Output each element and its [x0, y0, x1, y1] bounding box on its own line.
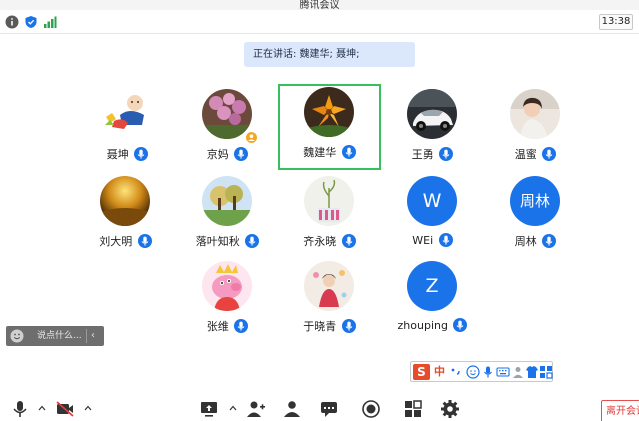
ime-toolbar[interactable]: S 中 [410, 361, 553, 382]
ime-mode-toggle[interactable]: 中 [434, 363, 445, 381]
chevron-up-icon[interactable] [229, 405, 237, 411]
participant-avatar [202, 261, 252, 311]
participant-avatar [100, 176, 150, 226]
participant-avatar [304, 261, 354, 311]
participant-tile[interactable]: 张维 [176, 258, 279, 344]
invite-icon[interactable] [246, 399, 266, 419]
participant-name: 京妈 [206, 148, 229, 161]
leave-meeting-button[interactable]: 离开会议 [601, 400, 639, 421]
speaking-banner: 正在讲话: 魏建华; 聂坤; [244, 42, 415, 67]
chat-placeholder[interactable]: 说点什么... [37, 326, 82, 346]
participant-name: 落叶知秋 [195, 235, 240, 248]
record-icon[interactable] [361, 399, 381, 419]
participant-name: 张维 [206, 320, 229, 333]
mic-icon[interactable] [438, 233, 453, 247]
participant-tile[interactable]: 于晓青 [278, 258, 381, 344]
mic-icon[interactable] [341, 319, 356, 333]
participant-tile[interactable]: 温蜜 [484, 86, 587, 172]
punctuation-icon[interactable] [449, 365, 463, 379]
settings-icon[interactable] [440, 399, 460, 419]
mic-icon[interactable] [341, 234, 356, 248]
participant-name: 周林 [514, 235, 537, 248]
participant-avatar [510, 89, 560, 139]
participant-tile[interactable]: 周林 周林 [484, 173, 587, 259]
participant-tile[interactable]: Z zhouping [381, 258, 484, 344]
host-icon [246, 132, 257, 143]
participant-avatar [407, 89, 457, 139]
emoji-icon[interactable] [466, 365, 480, 379]
participant-name: 聂坤 [106, 148, 129, 161]
share-screen-icon[interactable] [199, 399, 219, 419]
mic-icon[interactable] [234, 147, 249, 161]
participant-name: WEi [412, 233, 434, 247]
participant-tile[interactable]: 王勇 [381, 86, 484, 172]
participant-avatar-letter: Z [407, 261, 457, 311]
chevron-up-icon[interactable] [84, 405, 92, 411]
mic-icon[interactable] [341, 145, 356, 159]
participant-avatar [202, 176, 252, 226]
members-icon[interactable] [282, 399, 302, 419]
meeting-toolbar [0, 395, 639, 421]
participant-avatar [202, 89, 252, 139]
video-off-icon[interactable] [55, 399, 75, 419]
participant-tile[interactable]: 京妈 [176, 86, 279, 172]
chat-input-box[interactable]: 说点什么... ‹ [6, 326, 104, 346]
mic-icon[interactable] [542, 234, 557, 248]
status-bar: 13:38 [0, 10, 639, 34]
participant-avatar-letter: W [407, 176, 457, 226]
apps-icon[interactable] [403, 399, 423, 419]
mic-icon[interactable] [439, 147, 454, 161]
mic-icon[interactable] [542, 147, 557, 161]
toolbox-icon[interactable] [539, 365, 553, 379]
participant-name: 温蜜 [514, 148, 537, 161]
participant-tile[interactable]: 齐永晓 [278, 173, 381, 259]
chat-divider [86, 329, 87, 343]
participant-tile-active-speaker[interactable]: 魏建华 [278, 84, 381, 170]
meeting-clock: 13:38 [599, 14, 633, 30]
participant-tile[interactable]: 聂坤 [76, 86, 179, 172]
participant-avatar [304, 176, 354, 226]
mic-icon[interactable] [10, 399, 30, 419]
participant-avatar-letter: 周林 [510, 176, 560, 226]
window-title: 腾讯会议 [299, 0, 340, 10]
voice-input-icon[interactable] [481, 365, 495, 379]
participant-tile[interactable]: 刘大明 [74, 173, 177, 259]
participant-name: 王勇 [411, 148, 434, 161]
keyboard-icon[interactable] [496, 365, 510, 379]
participant-name: 于晓青 [303, 320, 337, 333]
participant-name: 刘大明 [99, 235, 133, 248]
participant-tile[interactable]: 落叶知秋 [176, 173, 279, 259]
info-icon[interactable] [5, 15, 19, 29]
user-center-icon[interactable] [511, 365, 525, 379]
mic-icon[interactable] [245, 234, 260, 248]
participant-avatar [102, 89, 152, 139]
signal-icon[interactable] [43, 15, 57, 29]
participant-name: 魏建华 [303, 146, 337, 159]
mic-icon[interactable] [134, 147, 149, 161]
chat-collapse-button[interactable]: ‹ [91, 326, 95, 346]
participant-tile[interactable]: W WEi [381, 173, 484, 259]
participant-name: 齐永晓 [303, 235, 337, 248]
smiley-icon[interactable] [10, 329, 24, 343]
mic-icon[interactable] [137, 234, 152, 248]
ime-logo[interactable]: S [413, 364, 430, 380]
participant-name: zhouping [397, 318, 448, 332]
mic-icon[interactable] [234, 319, 249, 333]
chevron-up-icon[interactable] [38, 405, 46, 411]
participant-avatar [304, 87, 354, 137]
title-bar: 腾讯会议 [0, 0, 639, 10]
shield-icon[interactable] [24, 15, 38, 29]
mic-icon[interactable] [453, 318, 468, 332]
skin-icon[interactable] [525, 365, 539, 379]
chat-icon[interactable] [319, 399, 339, 419]
